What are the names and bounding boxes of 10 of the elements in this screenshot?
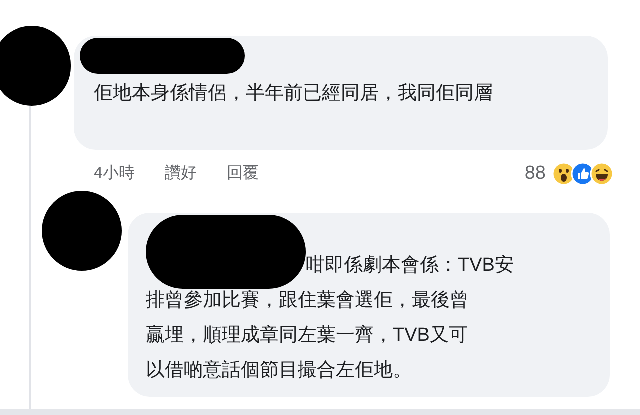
comment-action-link[interactable]: 回覆	[226, 162, 259, 186]
reply-text-line: 咁即係劇本會係：TVB安	[306, 254, 514, 278]
reply-text-line: 贏埋，順理成章同左葉一齊，TVB又可	[146, 324, 469, 348]
comment-time: 4小時	[94, 164, 135, 184]
comment-text: 佢地本身係情侶，半年前已經同居，我同佢同層	[94, 82, 494, 106]
laughing-face-icon	[590, 162, 614, 186]
reply-text-line: 排曾參加比賽，跟住葉會選佢，最後曾	[146, 288, 470, 312]
reaction-count: 88	[524, 162, 546, 186]
reply-text-line: 以借啲意話個節目撮合左佢地。	[146, 358, 413, 382]
comment-action-link[interactable]: 讚好	[164, 162, 197, 186]
